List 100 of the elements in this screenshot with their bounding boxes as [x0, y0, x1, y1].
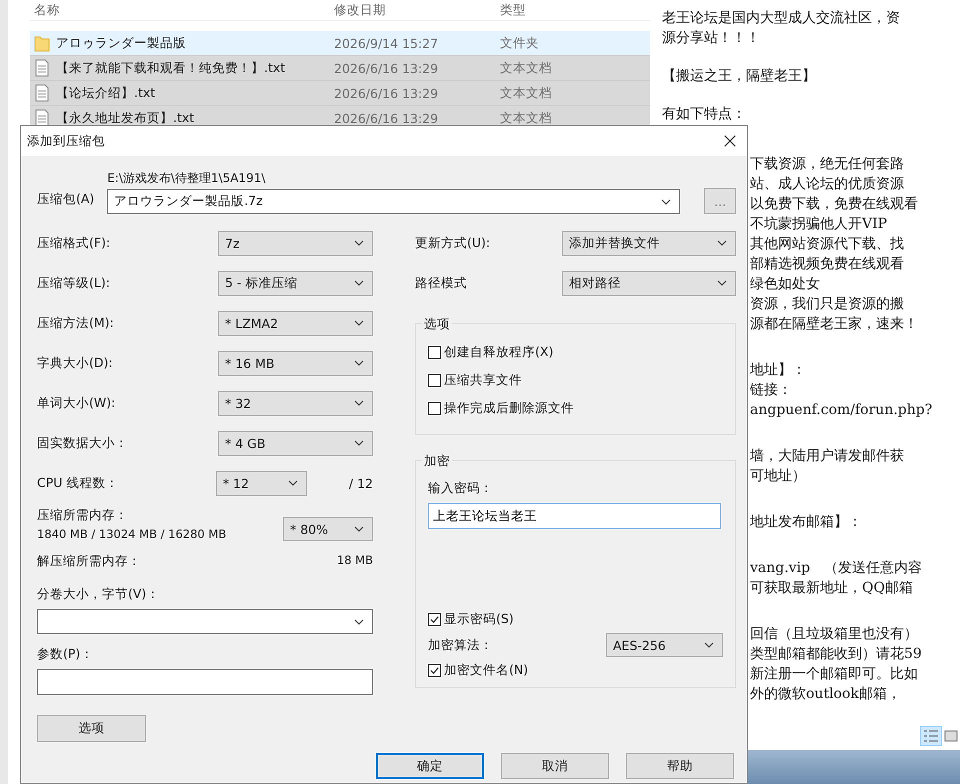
dropdown[interactable]: 添加并替换文件: [562, 230, 736, 256]
caret-icon: [354, 240, 364, 246]
field-label: 更新方式(U):: [415, 234, 492, 252]
column-header[interactable]: 类型: [500, 2, 630, 18]
caret-icon: [717, 280, 727, 286]
checkbox-label: 显示密码(S): [444, 611, 514, 628]
text-line: angpuenf.com/forun.php?: [750, 401, 934, 420]
field-label: 解压缩所需内存：: [37, 553, 141, 570]
text-line: 可地址）: [750, 467, 807, 486]
document-icon: [34, 84, 50, 102]
field-label: 参数(P)：: [37, 646, 94, 663]
options-button[interactable]: 选项: [37, 715, 146, 742]
caret-icon: [354, 320, 364, 326]
caret-icon: [717, 240, 727, 246]
checkbox[interactable]: [428, 613, 441, 626]
file-type: 文件夹: [500, 34, 540, 52]
text-line: 下载资源，绝无任何套路: [750, 155, 905, 174]
dropdown[interactable]: * 16 MB: [218, 350, 373, 376]
dropdown[interactable]: 相对路径: [562, 270, 736, 296]
dropdown[interactable]: 5 - 标准压缩: [218, 270, 373, 296]
text-line: 【搬运之王，隔壁老王】: [662, 67, 817, 86]
text-line: 地址发布邮箱】：: [750, 513, 863, 532]
field-label: 路径模式: [415, 274, 468, 292]
file-type: 文本文档: [500, 84, 553, 102]
modified-date: 2026/6/16 13:29: [334, 110, 440, 126]
archive-name-field[interactable]: アロウランダー製品版.7z: [107, 189, 680, 214]
dialog-button[interactable]: 确定: [376, 753, 484, 779]
caret-icon: [354, 280, 364, 286]
text-line: 以免费下载，免费在线观看: [750, 195, 919, 214]
dropdown[interactable]: * 80%: [283, 517, 373, 541]
text-line: 绿色如处女: [750, 275, 821, 294]
file-row[interactable]: 【来了就能下载和观看！纯免费！】.txt 2026/6/16 13:29 文本文档: [30, 55, 650, 80]
dropdown[interactable]: AES-256: [606, 633, 723, 657]
checkbox-label: 操作完成后删除源文件: [444, 400, 574, 417]
field-label: 压缩格式(F):: [37, 234, 112, 252]
file-type: 文本文档: [500, 60, 553, 76]
file-type: 文本文档: [500, 110, 553, 126]
thread-max: / 12: [348, 476, 373, 490]
text-line: 站、成人论坛的优质资源: [750, 175, 905, 194]
text-line: 外的微软outlook邮箱，: [750, 685, 902, 704]
field-label: 压缩所需内存：: [37, 507, 129, 524]
details-view-icon[interactable]: [920, 726, 942, 746]
modified-date: 2026/6/16 13:29: [334, 60, 440, 76]
file-name: 【来了就能下载和观看！纯免费！】.txt: [56, 60, 286, 76]
field-label: 字典大小(D):: [37, 354, 114, 372]
caret-icon: [354, 400, 364, 406]
text-line: 有如下特点：: [662, 105, 747, 124]
field-label: 输入密码：: [428, 480, 494, 497]
parameters-field[interactable]: [37, 669, 373, 695]
file-name: 【永久地址发布页】.txt: [56, 110, 194, 126]
text-line: 链接：: [750, 381, 793, 400]
volume-size-field[interactable]: [37, 609, 373, 634]
text-line: 老王论坛是国内大型成人交流社区，资: [662, 9, 901, 28]
field-label: CPU 线程数：: [37, 474, 120, 492]
dropdown[interactable]: * LZMA2: [218, 310, 373, 336]
dialog-button[interactable]: 帮助: [626, 753, 734, 779]
field-label: 压缩方法(M):: [37, 314, 115, 332]
checkbox[interactable]: [428, 402, 441, 415]
caret-icon: [354, 618, 364, 624]
text-line: 类型邮箱都能收到）请花59: [750, 645, 923, 664]
text-line: 地址】：: [750, 361, 807, 380]
text-line: 源分享站！！！: [662, 29, 761, 48]
caret-icon: [288, 480, 298, 486]
folder-path: E:\游戏发布\待整理1\5A191\: [107, 170, 266, 187]
caret-icon: [354, 440, 364, 446]
dropdown[interactable]: 7z: [218, 230, 373, 256]
file-row[interactable]: アロゥランダー製品版 2026/9/14 15:27 文件夹: [30, 31, 650, 55]
caret-icon: [704, 642, 714, 648]
close-icon[interactable]: [723, 134, 737, 148]
caret-icon: [354, 360, 364, 366]
checkbox-label: 创建自释放程序(X): [444, 344, 554, 361]
dropdown[interactable]: * 32: [218, 390, 373, 416]
memory-values: 1840 MB / 13024 MB / 16280 MB: [37, 527, 226, 541]
checkbox[interactable]: [428, 664, 441, 677]
text-line: 回信（且垃圾箱里也没有）: [750, 625, 919, 644]
text-line: 墙，大陆用户请发邮件获: [750, 447, 905, 466]
caret-icon: [354, 526, 364, 532]
column-header[interactable]: 修改日期: [334, 2, 500, 18]
field-label: 固实数据大小：: [37, 434, 129, 452]
modified-date: 2026/6/16 13:29: [334, 86, 440, 100]
memory-value: 18 MB: [336, 553, 373, 569]
dropdown[interactable]: * 12: [216, 470, 307, 496]
text-line: vang.vip （发送任意内容: [750, 559, 924, 578]
text-line: 其他网站资源代下载、找: [750, 235, 905, 254]
dialog-button[interactable]: 取消: [501, 753, 609, 779]
field-label: 单词大小(W):: [37, 394, 116, 412]
checkbox[interactable]: [428, 346, 441, 359]
checkbox[interactable]: [428, 374, 441, 387]
folder-icon: [34, 34, 50, 52]
field-label: 加密算法：: [428, 636, 493, 654]
text-line: 部精选视频免费在线观看: [750, 255, 905, 274]
dropdown[interactable]: * 4 GB: [218, 430, 373, 456]
password-field[interactable]: 上老王论坛当老王: [428, 503, 721, 529]
window-title: 添加到压缩包: [27, 132, 105, 150]
modified-date: 2026/9/14 15:27: [334, 36, 440, 50]
field-label: 压缩包(A): [37, 191, 96, 208]
column-header[interactable]: 名称: [30, 2, 334, 18]
file-row[interactable]: 【论坛介绍】.txt 2026/6/16 13:29 文本文档: [30, 80, 650, 105]
text-line: 新注册一个邮箱即可。比如: [750, 665, 919, 684]
text-line: 可获取最新地址，QQ邮箱: [750, 579, 914, 598]
